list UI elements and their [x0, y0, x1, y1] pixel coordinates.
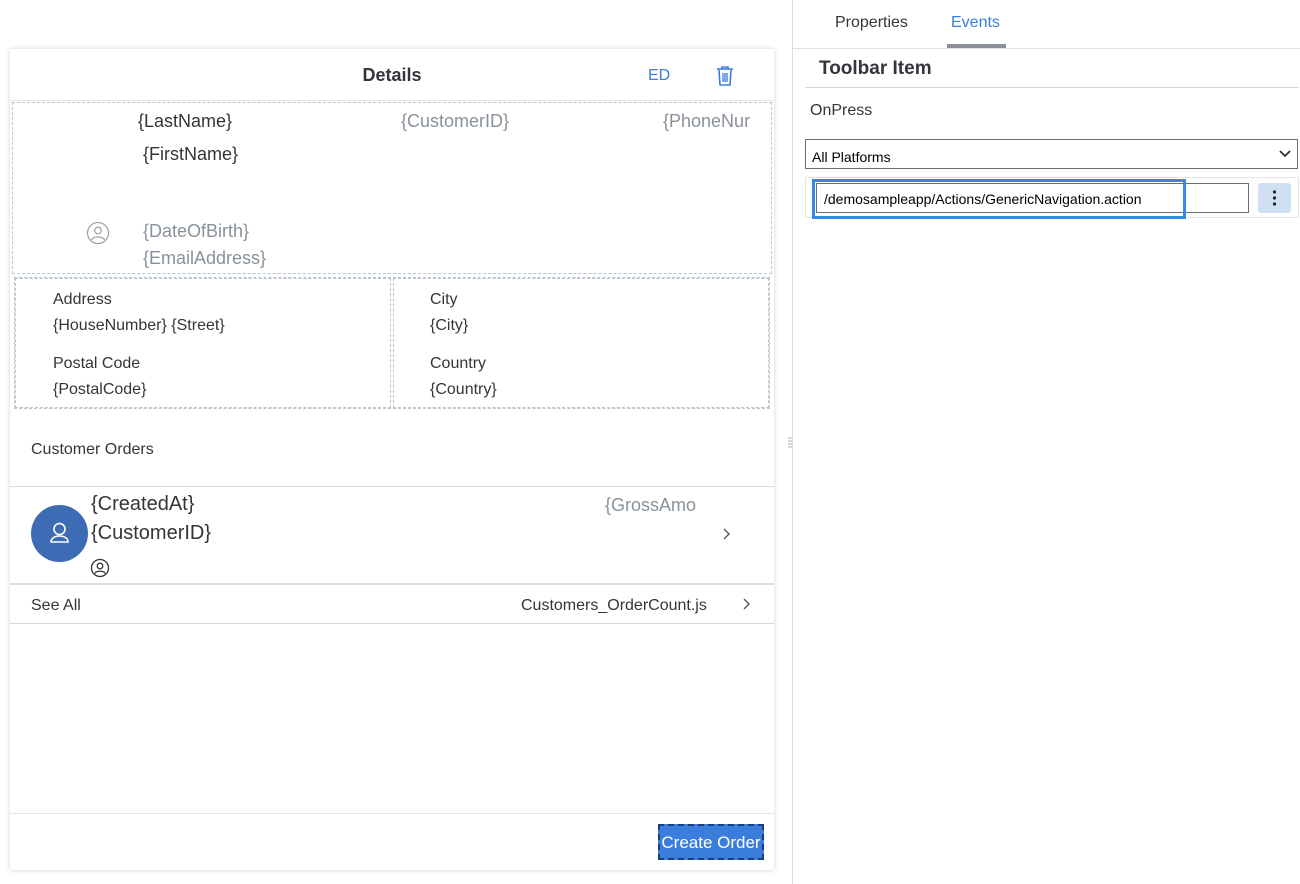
resize-grip-icon[interactable]	[788, 436, 792, 448]
divider	[10, 583, 774, 585]
email-address-text: {EmailAddress}	[143, 248, 267, 268]
country-label: Country	[430, 355, 487, 372]
designer-canvas: Details ED {LastName} {FirstName} {Custo…	[0, 0, 792, 884]
first-name-text: {FirstName}	[143, 144, 239, 164]
address-column-right: City {City} Country {Country}	[393, 278, 769, 408]
platform-select[interactable]: All Platforms	[805, 139, 1298, 169]
address-label: Address	[53, 291, 112, 308]
chevron-right-icon	[723, 528, 730, 540]
city-value: {City}	[430, 317, 469, 334]
postal-code-label: Postal Code	[53, 355, 141, 372]
chevron-down-icon	[1279, 150, 1291, 158]
platform-select-value: All Platforms	[812, 149, 891, 165]
page-preview: Details ED {LastName} {FirstName} {Custo…	[10, 49, 774, 870]
profile-header-section[interactable]: {LastName} {FirstName} {CustomerID} {Pho…	[12, 102, 772, 274]
country-value: {Country}	[430, 381, 497, 398]
date-of-birth-text: {DateOfBirth}	[143, 221, 250, 241]
edit-toolbar-item[interactable]: ED	[648, 67, 670, 85]
action-path-input[interactable]: /demosampleapp/Actions/GenericNavigation…	[816, 183, 1249, 213]
tab-events[interactable]: Events	[951, 14, 1000, 32]
action-binding-row: /demosampleapp/Actions/GenericNavigation…	[805, 177, 1299, 219]
phone-number-text: {PhoneNur	[663, 111, 751, 131]
address-column-left: Address {HouseNumber} {Street} Postal Co…	[15, 278, 391, 408]
user-circle-icon	[90, 558, 110, 578]
event-name-label: OnPress	[810, 102, 873, 119]
see-all-value: Customers_OrderCount.js	[521, 597, 707, 614]
city-label: City	[430, 291, 458, 308]
more-options-button[interactable]	[1258, 183, 1291, 213]
section-title: Toolbar Item	[819, 58, 932, 79]
bottom-toolbar: Create Order	[10, 813, 774, 870]
properties-panel: Properties Events Toolbar Item OnPress A…	[793, 0, 1300, 884]
address-value: {HouseNumber} {Street}	[53, 317, 225, 334]
divider	[793, 48, 1300, 49]
last-name-text: {LastName}	[138, 111, 233, 131]
customer-orders-header: Customer Orders	[31, 441, 154, 458]
postal-code-value: {PostalCode}	[53, 381, 147, 398]
trash-icon[interactable]	[715, 65, 735, 87]
chevron-right-icon	[743, 598, 750, 610]
more-vertical-icon	[1272, 190, 1277, 206]
create-order-button[interactable]: Create Order	[658, 824, 764, 860]
avatar	[31, 505, 88, 562]
user-circle-icon	[86, 221, 110, 245]
order-customer-id-text: {CustomerID}	[91, 522, 212, 544]
divider	[10, 486, 774, 487]
tab-properties[interactable]: Properties	[835, 14, 908, 32]
order-created-at-text: {CreatedAt}	[91, 493, 195, 515]
page-header: Details ED	[10, 49, 774, 101]
customer-id-text: {CustomerID}	[401, 111, 510, 131]
divider	[10, 623, 774, 624]
address-key-value-section[interactable]: Address {HouseNumber} {Street} Postal Co…	[14, 277, 770, 409]
order-gross-amount-text: {GrossAmo	[605, 495, 697, 515]
divider	[805, 87, 1299, 88]
see-all-label: See All	[31, 597, 81, 614]
person-icon	[50, 522, 69, 543]
